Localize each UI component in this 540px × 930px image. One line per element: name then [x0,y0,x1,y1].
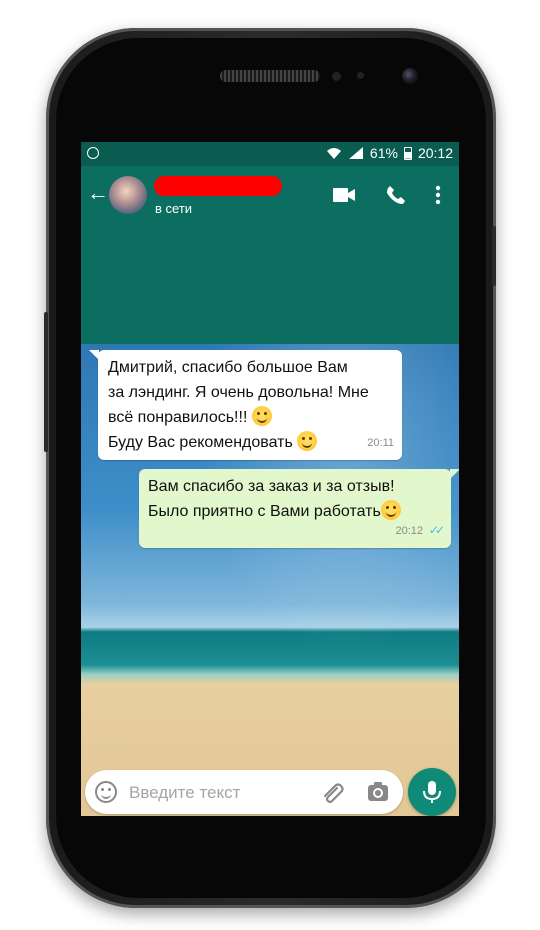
avatar[interactable] [109,176,147,214]
mic-button[interactable] [408,768,456,816]
status-bar: 61% 20:12 [81,142,459,166]
wifi-icon [326,148,341,159]
volume-button [44,312,48,452]
contact-status: в сети [155,201,193,216]
message-text: Буду Вас рекомендовать [108,434,293,451]
message-text: всё понравилось!!! [108,409,248,426]
smile-emoji-icon [251,406,272,426]
message-input[interactable] [127,780,301,806]
front-camera [402,68,418,84]
chat-screen: 61% 20:12 ← в сети Дмитрий, спасибо боль… [81,142,459,816]
attach-icon[interactable] [319,780,345,806]
message-text: за лэндинг. Я очень довольна! Мне [108,384,369,401]
sensor-dot [357,72,364,79]
sensor-dot [332,72,341,81]
emoji-icon[interactable] [95,781,117,803]
chat-header: ← в сети [81,166,459,224]
message-text: Вам спасибо за заказ и за отзыв! [148,478,395,495]
back-arrow-icon[interactable]: ← [87,182,109,204]
message-text: Дмитрий, спасибо большое Вам [108,359,348,376]
message-text: Было приятно с Вами работать [148,503,381,520]
bubble-tail [450,469,459,479]
more-vert-icon[interactable] [435,185,441,205]
contact-name-redacted[interactable] [154,176,282,196]
power-button [492,226,496,286]
phone-icon[interactable] [386,185,406,205]
notification-icon [87,147,99,159]
battery-icon [403,146,412,160]
camera-icon[interactable] [367,781,389,803]
incoming-message[interactable]: Дмитрий, спасибо большое Вам за лэндинг.… [98,350,402,460]
header-extension [81,224,459,344]
mic-icon [423,781,441,803]
message-time: 20:12 [395,525,423,537]
outgoing-message[interactable]: Вам спасибо за заказ и за отзыв! Было пр… [139,469,451,548]
hugging-emoji-icon [297,431,318,451]
smile-emoji-icon [380,500,401,520]
double-check-icon: ✓✓ [428,523,445,537]
battery-percent: 61% [369,145,398,161]
signal-icon [348,147,363,159]
clock: 20:12 [417,145,453,161]
video-call-icon[interactable] [333,187,355,203]
message-time: 20:11 [367,437,394,449]
message-composer [85,770,403,814]
earpiece-speaker [220,70,320,82]
